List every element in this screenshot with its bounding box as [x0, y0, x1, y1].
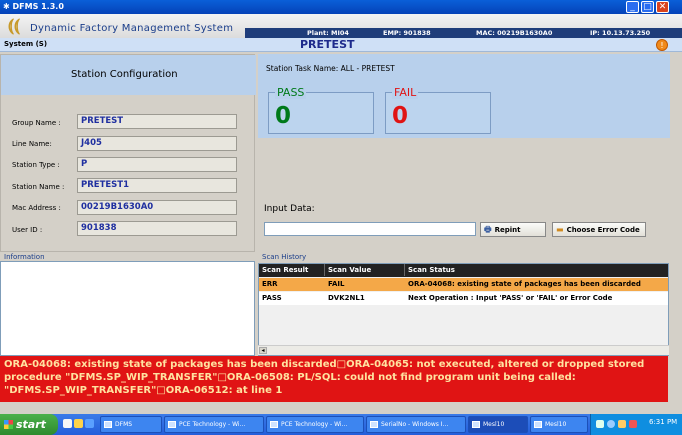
tray-alert-icon[interactable]: [629, 420, 637, 428]
session-info-bar: Plant: MI04 EMP: 901838 MAC: 00219B1630A…: [245, 28, 682, 38]
app-name: Dynamic Factory Management System: [30, 23, 234, 34]
table-row[interactable]: PASS DVK2NL1 Next Operation : Input 'PAS…: [259, 292, 668, 305]
scan-history-label: Scan History: [262, 253, 307, 261]
window-title: DFMS 1.3.0: [12, 2, 64, 11]
group-name-label: Group Name :: [12, 119, 61, 127]
alert-icon[interactable]: !: [656, 39, 668, 51]
taskbar-item-label: PCE Technology - Wi...: [281, 421, 348, 428]
scan-result-cell: PASS: [262, 294, 282, 302]
user-id-field: 901838: [77, 221, 237, 236]
user-id-label: User ID :: [12, 226, 43, 234]
column-header-scan-result[interactable]: Scan Result: [259, 264, 325, 276]
scan-history-header-row: Scan Result Scan Value Scan Status: [259, 264, 668, 277]
input-data-field[interactable]: [264, 222, 476, 236]
mac-address-label: Mac Address :: [12, 204, 61, 212]
scan-value-cell: DVK2NL1: [328, 294, 365, 302]
taskbar-item[interactable]: PCE Technology - Wi...: [164, 416, 264, 433]
taskbar-item[interactable]: DFMS: [100, 416, 162, 433]
line-name-field: J405: [77, 136, 237, 151]
scan-history-grid[interactable]: Scan Result Scan Value Scan Status ERR F…: [258, 263, 669, 356]
menu-system[interactable]: System (S): [4, 40, 47, 48]
screen-title: PRETEST: [300, 38, 355, 51]
windows-flag-icon: [4, 420, 13, 429]
group-name-field: PRETEST: [77, 114, 237, 129]
mac-address-field: 00219B1630A0: [77, 200, 237, 215]
tray-security-icon[interactable]: [618, 420, 626, 428]
column-header-scan-status[interactable]: Scan Status: [405, 264, 668, 276]
column-header-scan-value[interactable]: Scan Value: [325, 264, 405, 276]
quick-launch-icon[interactable]: [63, 419, 72, 428]
start-label: start: [16, 418, 46, 431]
mac-label: MAC: 00219B1630A0: [476, 29, 553, 37]
system-tray: 6:31 PM: [590, 414, 682, 435]
window-title-bar: ✱ DFMS 1.3.0: [0, 0, 682, 14]
taskbar-item[interactable]: SerialNo - Windows I...: [366, 416, 466, 433]
reprint-label: Repint: [494, 226, 521, 234]
folder-icon: ▬: [556, 225, 564, 234]
fail-counter-box: FAIL 0: [385, 86, 491, 134]
quick-launch-icon[interactable]: [85, 419, 94, 428]
station-name-label: Station Name :: [12, 183, 65, 191]
station-type-field: P: [77, 157, 237, 172]
station-config-panel: Station Configuration Group Name : PRETE…: [0, 54, 256, 252]
scan-value-cell: FAIL: [328, 280, 345, 288]
scan-result-cell: ERR: [262, 280, 278, 288]
taskbar-item[interactable]: Mesl10: [468, 416, 528, 433]
tray-volume-icon[interactable]: [607, 420, 615, 428]
pass-count: 0: [275, 103, 292, 129]
station-task-name: Station Task Name: ALL - PRETEST: [266, 64, 395, 73]
station-task-panel: Station Task Name: ALL - PRETEST PASS 0 …: [258, 54, 670, 138]
minimize-button[interactable]: _: [626, 1, 639, 13]
window-icon: [534, 421, 542, 428]
menu-bar: System (S) PRETEST !: [0, 38, 682, 52]
window-icon: [270, 421, 278, 428]
quick-launch-icon[interactable]: [74, 419, 83, 428]
choose-error-code-button[interactable]: ▬ Choose Error Code: [552, 222, 646, 237]
window-icon: [472, 421, 480, 428]
line-name-label: Line Name:: [12, 140, 52, 148]
information-label: Information: [4, 253, 45, 261]
dfms-logo-icon: ⦅⦅: [8, 15, 20, 36]
clock[interactable]: 6:31 PM: [649, 418, 677, 426]
taskbar-item-label: SerialNo - Windows I...: [381, 421, 449, 428]
fail-label: FAIL: [392, 86, 419, 99]
ip-label: IP: 10.13.73.250: [590, 29, 651, 37]
taskbar-item-label: DFMS: [115, 421, 133, 428]
input-data-label: Input Data:: [264, 204, 315, 214]
error-message-bar: ORA-04068: existing state of packages ha…: [0, 356, 668, 402]
emp-label: EMP: 901838: [383, 29, 431, 37]
scan-status-cell: Next Operation : Input 'PASS' or 'FAIL' …: [408, 294, 613, 302]
scan-history-scrollbar[interactable]: ◂: [258, 345, 669, 355]
window-icon: [168, 421, 176, 428]
reprint-button[interactable]: 🖶 Repint: [480, 222, 546, 237]
scan-status-cell: ORA-04068: existing state of packages ha…: [408, 280, 641, 288]
taskbar-item[interactable]: PCE Technology - Wi...: [266, 416, 364, 433]
choose-error-code-label: Choose Error Code: [566, 226, 640, 234]
table-row[interactable]: ERR FAIL ORA-04068: existing state of pa…: [259, 278, 668, 291]
maximize-button[interactable]: □: [641, 1, 654, 13]
station-type-label: Station Type :: [12, 161, 60, 169]
information-box[interactable]: [0, 261, 255, 356]
tray-network-icon[interactable]: [596, 420, 604, 428]
windows-taskbar: start DFMS PCE Technology - Wi... PCE Te…: [0, 414, 682, 435]
station-config-header: Station Configuration: [1, 55, 256, 95]
taskbar-item-label: PCE Technology - Wi...: [179, 421, 246, 428]
window-icon: [370, 421, 378, 428]
taskbar-item[interactable]: Mesl10: [530, 416, 588, 433]
close-button[interactable]: ✕: [656, 1, 669, 13]
taskbar-item-label: Mesl10: [483, 421, 505, 428]
scroll-left-icon[interactable]: ◂: [259, 347, 267, 354]
pass-label: PASS: [275, 86, 307, 99]
station-config-title: Station Configuration: [71, 69, 178, 80]
plant-label: Plant: MI04: [307, 29, 349, 37]
pass-counter-box: PASS 0: [268, 86, 374, 134]
window-icon: [104, 421, 112, 428]
taskbar-item-label: Mesl10: [545, 421, 567, 428]
fail-count: 0: [392, 103, 409, 129]
start-button[interactable]: start: [0, 414, 58, 435]
station-name-field: PRETEST1: [77, 178, 237, 193]
printer-icon: 🖶: [484, 225, 492, 234]
app-icon: ✱: [3, 2, 13, 11]
